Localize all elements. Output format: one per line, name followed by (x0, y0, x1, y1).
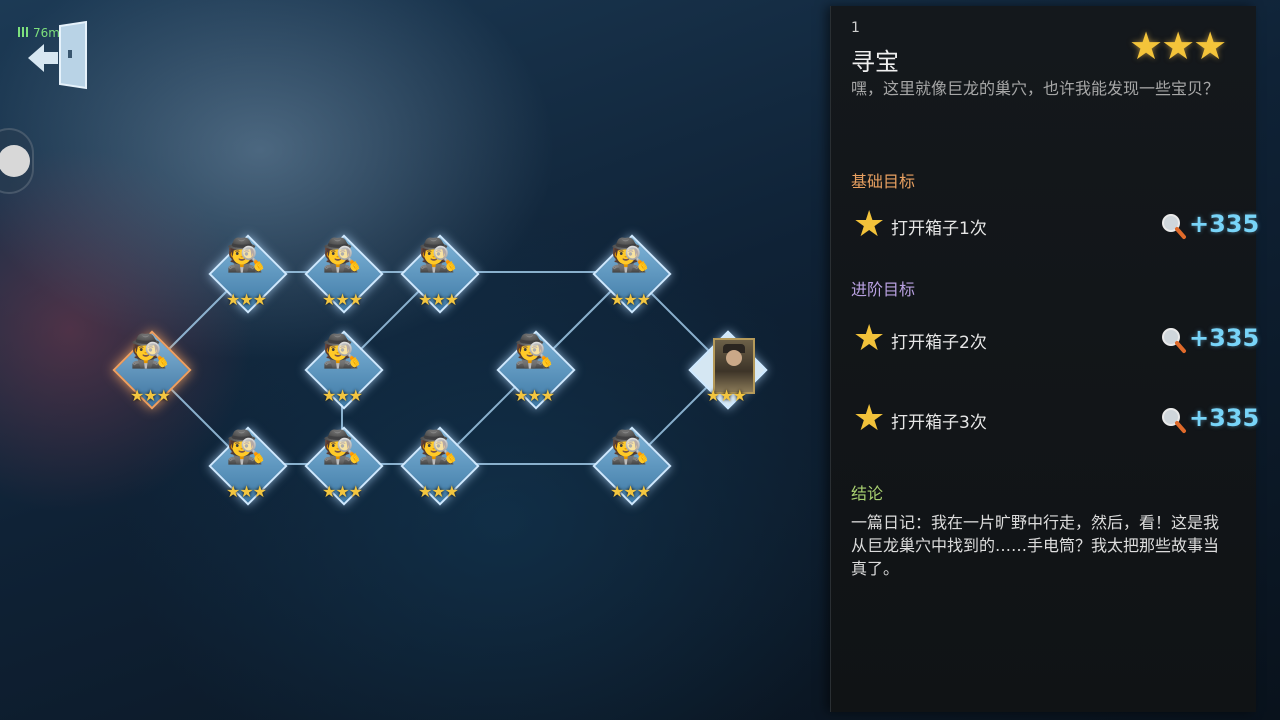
detective-icon: 🕵 (418, 428, 458, 466)
case-node[interactable]: 🕵 ★★★ (206, 232, 288, 314)
star-icon: ★ (853, 318, 886, 359)
detective-icon: 🕵 (226, 236, 266, 274)
goal-item: ★ 打开箱子2次 +335 (853, 318, 1259, 359)
node-stars: ★★★ (225, 482, 267, 501)
boss-case-node[interactable]: ★★★ (686, 328, 768, 410)
conclusion-heading: 结论 (851, 484, 884, 503)
case-node[interactable]: 🕵 ★★★ (302, 424, 384, 506)
case-node[interactable]: 🕵 ★★★ (302, 328, 384, 410)
node-stars: ★★★ (321, 482, 363, 501)
detective-icon: 🕵 (418, 236, 458, 274)
detective-icon: 🕵 (610, 236, 650, 274)
goal-reward: +335 (1189, 404, 1260, 432)
star-icon: ★ (853, 398, 886, 439)
magnifier-icon (1162, 408, 1186, 433)
case-rating-stars: ★★★ (1129, 24, 1227, 68)
detective-icon: 🕵 (226, 428, 266, 466)
detective-icon: 🕵 (322, 236, 362, 274)
node-stars: ★★★ (321, 386, 363, 405)
goal-reward: +335 (1189, 210, 1260, 238)
case-node[interactable]: 🕵 ★★★ (494, 328, 576, 410)
detective-icon: 🕵 (322, 428, 362, 466)
case-node[interactable]: 🕵 ★★★ (590, 232, 672, 314)
detective-icon: 🕵 (610, 428, 650, 466)
advanced-goals-heading: 进阶目标 (851, 280, 916, 299)
case-node[interactable]: 🕵 ★★★ (206, 424, 288, 506)
conclusion-text: 一篇日记：我在一片旷野中行走，然后，看！这是我从巨龙巢穴中找到的……手电筒？我太… (851, 513, 1220, 578)
node-stars: ★★★ (609, 482, 651, 501)
node-stars: ★★★ (417, 290, 459, 309)
case-node[interactable]: 🕵 ★★★ (590, 424, 672, 506)
case-number: 1 (851, 20, 860, 36)
node-stars: ★★★ (225, 290, 267, 309)
node-stars: ★★★ (129, 386, 171, 405)
goal-item: ★ 打开箱子3次 +335 (853, 398, 1259, 439)
node-stars: ★★★ (513, 386, 555, 405)
case-node[interactable]: 🕵 ★★★ (398, 424, 480, 506)
case-description: 嘿，这里就像巨龙的巢穴，也许我能发现一些宝贝？ (851, 79, 1220, 98)
goal-text: 打开箱子2次 (891, 333, 987, 353)
case-map: 🕵 ★★★ 🕵 ★★★ 🕵 ★★★ 🕵 ★★★ 🕵 ★★★ 🕵 ★★★ 🕵 ★★… (0, 0, 830, 720)
basic-goals-heading: 基础目标 (851, 172, 916, 191)
node-stars: ★★★ (417, 482, 459, 501)
node-stars: ★★★ (609, 290, 651, 309)
case-detail-panel: 1 寻宝 ★★★ 嘿，这里就像巨龙的巢穴，也许我能发现一些宝贝？ 基础目标 ★ … (830, 6, 1259, 712)
magnifier-icon (1162, 328, 1186, 353)
detective-icon: 🕵 (514, 332, 554, 370)
goal-reward: +335 (1189, 324, 1260, 352)
case-title: 寻宝 (851, 48, 899, 76)
goal-text: 打开箱子1次 (891, 219, 987, 239)
node-stars: ★★★ (705, 386, 747, 405)
goal-item: ★ 打开箱子1次 +335 (853, 204, 1259, 245)
case-node[interactable]: 🕵 ★★★ (398, 232, 480, 314)
goal-text: 打开箱子3次 (891, 413, 987, 433)
magnifier-icon (1162, 214, 1186, 239)
star-icon: ★ (853, 204, 886, 245)
node-stars: ★★★ (321, 290, 363, 309)
case-node[interactable]: 🕵 ★★★ (302, 232, 384, 314)
case-node[interactable]: 🕵 ★★★ (110, 328, 192, 410)
detective-icon: 🕵 (322, 332, 362, 370)
detective-icon: 🕵 (130, 332, 170, 370)
